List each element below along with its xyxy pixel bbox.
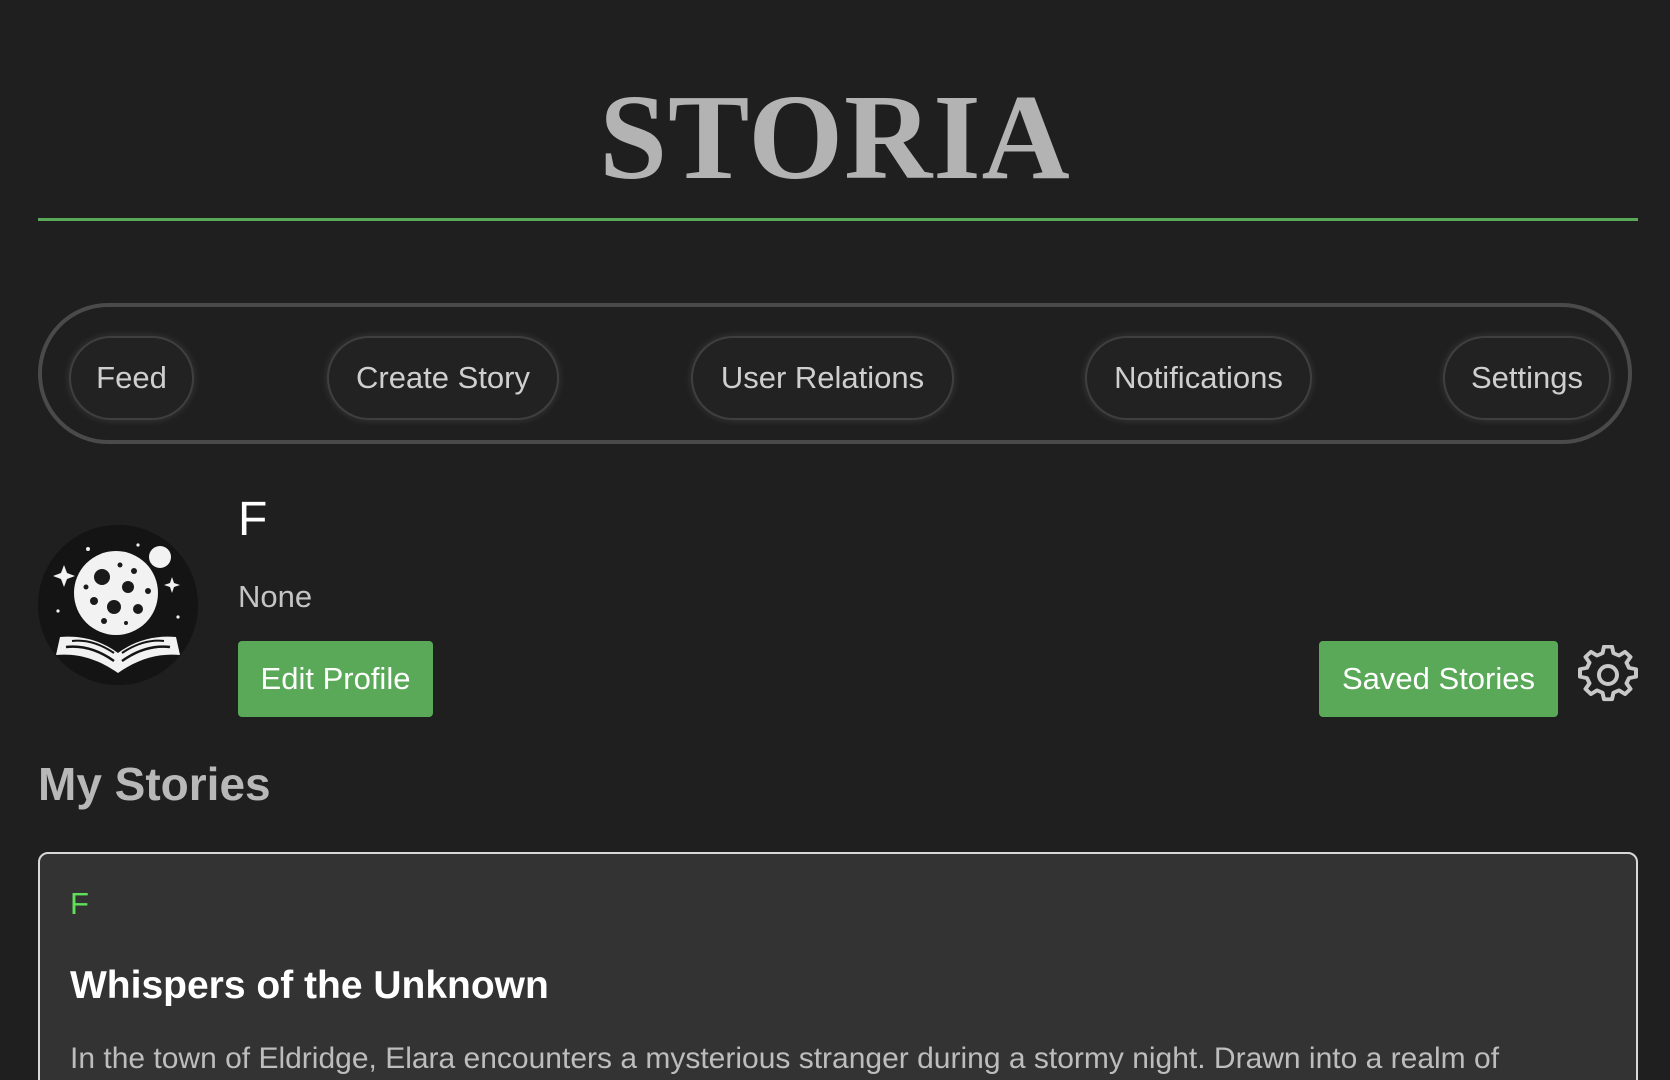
avatar — [38, 525, 198, 685]
edit-profile-button[interactable]: Edit Profile — [238, 641, 433, 717]
brand-title: STORIA — [599, 70, 1071, 205]
my-stories-heading: My Stories — [38, 758, 271, 810]
story-excerpt: In the town of Eldridge, Elara encounter… — [70, 1042, 1500, 1075]
story-title[interactable]: Whispers of the Unknown — [70, 962, 549, 1010]
profile-bio: None — [238, 579, 313, 614]
nav-create-story-button[interactable]: Create Story — [327, 336, 559, 420]
nav-feed-button[interactable]: Feed — [69, 336, 194, 420]
profile-page: STORIA Feed Create Story User Relations … — [0, 0, 1670, 1080]
saved-stories-button[interactable]: Saved Stories — [1319, 641, 1558, 717]
story-card[interactable]: F Whispers of the Unknown In the town of… — [38, 852, 1638, 1080]
nav-user-relations-button[interactable]: User Relations — [691, 336, 954, 420]
story-author[interactable]: F — [70, 884, 89, 924]
main-nav: Feed Create Story User Relations Notific… — [38, 303, 1632, 444]
gear-icon[interactable] — [1578, 644, 1638, 705]
moon-book-avatar-icon — [38, 525, 198, 685]
brand-divider — [38, 218, 1638, 221]
profile-name: F — [238, 493, 268, 546]
nav-settings-button[interactable]: Settings — [1443, 336, 1611, 420]
nav-notifications-button[interactable]: Notifications — [1085, 336, 1312, 420]
